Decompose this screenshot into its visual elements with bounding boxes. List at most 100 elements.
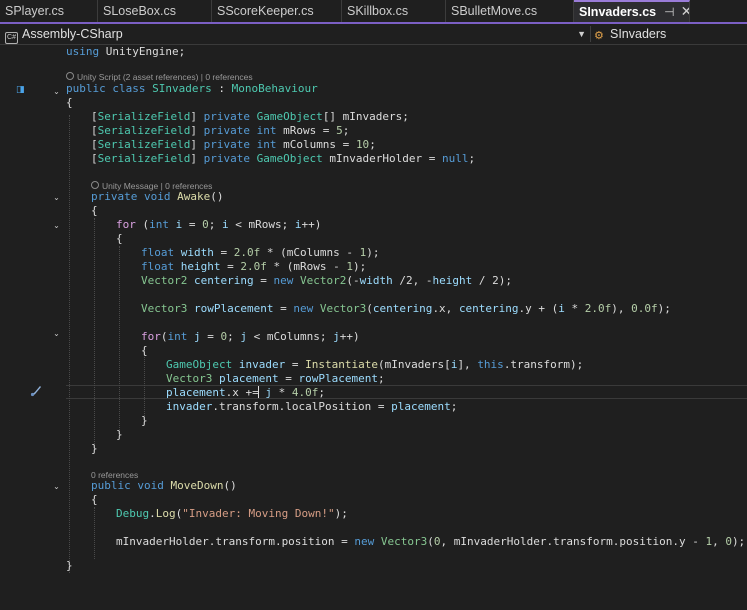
code-line[interactable]: } xyxy=(66,559,73,573)
code-token: ] xyxy=(190,138,204,151)
code-line[interactable]: mInvaderHolder.transform.position = new … xyxy=(116,535,745,549)
code-token: ] xyxy=(190,124,204,137)
code-token: ++) xyxy=(301,218,322,231)
code-line[interactable]: for(int j = 0; j < mColumns; j++) xyxy=(141,330,360,344)
code-line[interactable]: Vector3 placement = rowPlacement; xyxy=(166,372,385,386)
code-line[interactable]: Debug.Log("Invader: Moving Down!"); xyxy=(116,507,348,521)
code-token: centering xyxy=(372,302,433,315)
code-token: ] xyxy=(190,110,204,123)
code-line[interactable]: public class SInvaders : MonoBehaviour xyxy=(66,82,318,96)
code-token: int xyxy=(149,218,169,231)
tab-sinvaders[interactable]: SInvaders.cs ⊣ ✕ xyxy=(574,0,690,22)
code-token: = xyxy=(285,358,306,371)
code-token: Vector3 xyxy=(166,372,213,385)
code-token: Vector3 xyxy=(380,535,428,548)
code-token: GameObject xyxy=(256,152,323,165)
code-token: private xyxy=(203,152,250,165)
code-editor[interactable]: ◨ Unity Script (2 asset references) | 0 … xyxy=(0,45,747,610)
code-line[interactable]: { xyxy=(91,204,98,218)
tab-slosebox[interactable]: SLoseBox.cs xyxy=(98,0,212,22)
code-token: * (mColumns - xyxy=(260,246,360,259)
code-token: ; xyxy=(227,330,241,343)
indent-guide xyxy=(69,115,70,573)
code-token: ); xyxy=(731,535,746,548)
code-token: Instantiate xyxy=(305,358,378,371)
code-line[interactable]: float width = 2.0f * (mColumns - 1); xyxy=(141,246,379,260)
tab-splayer[interactable]: SPlayer.cs xyxy=(0,0,98,22)
code-token: = xyxy=(220,260,241,273)
code-line[interactable]: using UnityEngine; xyxy=(66,45,185,59)
tab-label: SKillbox.cs xyxy=(347,4,409,18)
code-token: private xyxy=(203,110,250,123)
tab-sscorekeeper[interactable]: SScoreKeeper.cs xyxy=(212,0,342,22)
code-line[interactable]: [SerializeField] private GameObject mInv… xyxy=(91,152,475,166)
code-token: 0 xyxy=(202,218,209,231)
scope-dropdown[interactable]: ⚙ SInvaders xyxy=(594,24,666,44)
code-line[interactable]: { xyxy=(116,232,123,246)
fold-chevron-icon[interactable]: ⌄ xyxy=(52,482,61,491)
code-token: / 2); xyxy=(472,274,512,287)
code-token: private xyxy=(91,190,138,203)
csharp-project-icon: C# xyxy=(5,32,18,44)
code-token: int xyxy=(167,330,188,343)
code-line[interactable]: Vector3 rowPlacement = new Vector3(cente… xyxy=(141,302,671,316)
project-dropdown[interactable]: C# Assembly-CSharp ▼ xyxy=(0,24,590,44)
code-token: Vector3 xyxy=(319,302,367,315)
code-token: int xyxy=(256,138,277,151)
code-token: float xyxy=(141,246,175,259)
code-line[interactable]: { xyxy=(66,96,73,110)
code-line[interactable]: } xyxy=(91,442,98,456)
scope-label: SInvaders xyxy=(610,27,667,41)
pin-icon[interactable]: ⊣ xyxy=(664,5,674,19)
code-token: = xyxy=(273,302,294,315)
code-token: , mInvaderHolder.transform.position.y - xyxy=(440,535,706,548)
code-token: < mColumns; xyxy=(247,330,334,343)
code-token: ; xyxy=(450,400,458,413)
code-line[interactable]: [SerializeField] private GameObject[] mI… xyxy=(91,110,409,124)
code-line[interactable]: private void Awake() xyxy=(91,190,223,204)
code-token: mRows = xyxy=(276,124,337,137)
code-line[interactable]: public void MoveDown() xyxy=(91,479,237,493)
code-line[interactable]: [SerializeField] private int mColumns = … xyxy=(91,138,376,152)
code-line[interactable]: invader.transform.localPosition = placem… xyxy=(166,400,457,414)
fold-chevron-icon[interactable]: ⌄ xyxy=(52,221,61,230)
chevron-down-icon[interactable]: ▼ xyxy=(577,24,586,44)
code-line[interactable]: float height = 2.0f * (mRows - 1); xyxy=(141,260,366,274)
code-token: { xyxy=(116,232,123,245)
class-icon: ⚙ xyxy=(594,30,604,42)
code-line[interactable]: { xyxy=(91,493,98,507)
code-token: [ xyxy=(91,138,98,151)
fold-chevron-icon[interactable]: ⌄ xyxy=(52,87,61,96)
code-token: .x, xyxy=(432,302,459,315)
fold-chevron-icon[interactable]: ⌄ xyxy=(52,193,61,202)
class-implementation-icon[interactable]: ◨ xyxy=(16,86,26,95)
tab-sbulletmove[interactable]: SBulletMove.cs xyxy=(446,0,574,22)
code-line[interactable]: [SerializeField] private int mRows = 5; xyxy=(91,124,349,138)
code-token: ; xyxy=(342,124,350,137)
code-line[interactable]: Vector2 centering = new Vector2(-width /… xyxy=(141,274,512,288)
code-token: [ xyxy=(91,110,98,123)
code-token: 5 xyxy=(336,124,343,137)
code-line[interactable]: } xyxy=(141,414,148,428)
code-line[interactable]: } xyxy=(116,428,123,442)
tab-label: SLoseBox.cs xyxy=(103,4,176,18)
fold-chevron-icon[interactable]: ⌄ xyxy=(52,329,61,338)
tab-skillbox[interactable]: SKillbox.cs xyxy=(342,0,446,22)
project-label: Assembly-CSharp xyxy=(22,27,123,41)
code-line[interactable]: { xyxy=(141,344,148,358)
code-token: SerializeField xyxy=(97,124,191,137)
code-line[interactable]: placement.x += j * 4.0f; xyxy=(166,386,325,400)
close-icon[interactable]: ✕ xyxy=(681,3,689,19)
code-token: } xyxy=(66,559,73,572)
code-token: , xyxy=(712,535,726,548)
code-token: ( xyxy=(160,330,168,343)
paintbrush-icon[interactable] xyxy=(29,384,43,398)
code-line[interactable]: for (int i = 0; i < mRows; i++) xyxy=(116,218,321,232)
code-token: j xyxy=(240,330,247,343)
code-line[interactable]: GameObject invader = Instantiate(mInvade… xyxy=(166,358,583,372)
code-token: 0 xyxy=(433,535,441,548)
